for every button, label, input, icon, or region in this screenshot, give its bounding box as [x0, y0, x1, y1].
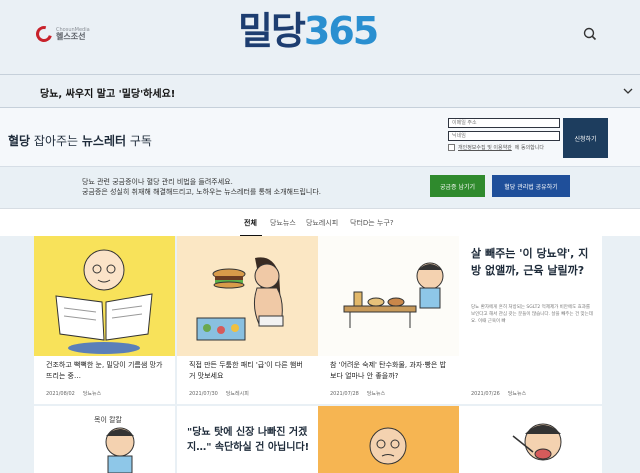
brand-name: 헬스조선: [56, 31, 86, 41]
privacy-terms-link[interactable]: 개인정보수집 및 이용약관: [458, 144, 512, 151]
article-date: 2021/07/26: [471, 391, 500, 397]
cartoon-thinking-man-image: [318, 406, 459, 473]
article-title[interactable]: 직접 만든 두툼한 패티 '급'이 다른 햄버거 맛보세요: [189, 360, 307, 382]
logo-text-365: 365: [303, 9, 379, 53]
cartoon-man-newspaper-image: [34, 236, 175, 356]
article-card[interactable]: [459, 406, 602, 473]
tab-diabetes-news[interactable]: 당뇨뉴스: [270, 218, 296, 228]
article-category: 당뇨뉴스: [366, 391, 386, 397]
newsletter-title: 혈당 잡아주는 뉴스레터 구독: [8, 134, 152, 148]
article-date: 2021/07/30: [189, 391, 218, 397]
cartoon-man-eating-image: [459, 406, 602, 473]
nickname-field[interactable]: [448, 131, 560, 141]
cartoon-woman-hamburger-image: [177, 236, 318, 356]
subscribe-button[interactable]: 신청하기: [563, 118, 608, 158]
article-card[interactable]: 건조하고 뻑뻑한 눈, 밀당이 기름샘 망가뜨리는 중… 2021/08/02 당…: [34, 236, 175, 404]
tab-diabetes-recipes[interactable]: 당뇨레시피: [306, 218, 338, 228]
share-tip-button[interactable]: 혈당 관리법 공유하기: [492, 175, 570, 197]
agree-checkbox[interactable]: [448, 144, 455, 151]
article-excerpt: 당뇨 환자에게 흔히 처방되는 SGLT2 억제제가 비만에도 효과를 보인다고…: [471, 305, 593, 325]
health-chosun-mark-icon: [33, 23, 55, 45]
slogan-text: 당뇨, 싸우지 말고 '밀당'하세요!: [40, 89, 176, 100]
milldang365-logo[interactable]: 밀당365: [238, 9, 379, 53]
slogan-banner[interactable]: 당뇨, 싸우지 말고 '밀당'하세요!: [0, 74, 640, 108]
logo-text-milldang: 밀당: [238, 9, 306, 53]
tab-all[interactable]: 전체: [244, 218, 257, 228]
article-title[interactable]: 살 빼주는 '이 당뇨약', 지방 없앨까, 근육 날릴까?: [471, 246, 596, 279]
intro-line-1: 당뇨 관련 궁금증이나 혈당 관리 비법을 들려주세요.: [82, 178, 233, 186]
article-category: 당뇨뉴스: [507, 391, 527, 397]
article-meta: 2021/07/30 당뇨레시피: [189, 390, 249, 397]
article-card[interactable]: 참 '어려운 숙제' 탄수화물, 과자·빵은 밥보다 얼마나 안 좋을까? 20…: [318, 236, 459, 404]
cartoon-boy-snacks-image: [318, 236, 459, 356]
article-category: 당뇨레시피: [225, 391, 249, 397]
article-meta: 2021/07/28 당뇨뉴스: [330, 390, 385, 397]
leave-question-button[interactable]: 궁금증 남기기: [430, 175, 485, 197]
article-title[interactable]: "당뇨 탓에 신장 나빠진 거겠지…" 속단하실 건 아닙니다!: [187, 426, 312, 455]
article-meta: 2021/08/02 당뇨뉴스: [46, 390, 101, 397]
article-card[interactable]: 직접 만든 두툼한 패티 '급'이 다른 햄버거 맛보세요 2021/07/30…: [177, 236, 318, 404]
cartoon-man-sore-throat-image: 목이 칼칼: [34, 406, 175, 473]
newsletter-form: 개인정보수집 및 이용약관 에 동의합니다: [448, 118, 560, 151]
article-date: 2021/08/02: [46, 391, 75, 397]
article-category: 당뇨뉴스: [82, 391, 102, 397]
agree-row: 개인정보수집 및 이용약관 에 동의합니다: [448, 144, 560, 151]
site-header: ChosunMedia 헬스조선 밀당365: [0, 0, 640, 74]
article-meta: 2021/07/26 당뇨뉴스: [471, 390, 526, 397]
tab-doctor-d[interactable]: 닥터D는 누구?: [350, 218, 394, 228]
article-card[interactable]: [318, 406, 459, 473]
health-chosun-logo[interactable]: ChosunMedia 헬스조선: [33, 23, 90, 45]
article-title[interactable]: 참 '어려운 숙제' 탄수화물, 과자·빵은 밥보다 얼마나 안 좋을까?: [330, 360, 448, 382]
category-tabs: 전체 당뇨뉴스 당뇨레시피 닥터D는 누구?: [0, 208, 640, 237]
article-date: 2021/07/28: [330, 391, 359, 397]
agree-suffix: 에 동의합니다: [514, 145, 544, 151]
email-field[interactable]: [448, 118, 560, 128]
article-card[interactable]: 목이 칼칼: [34, 406, 175, 473]
article-card[interactable]: "당뇨 탓에 신장 나빠진 거겠지…" 속단하실 건 아닙니다!: [177, 406, 318, 473]
intro-line-2: 궁금증은 성실히 취재해 해결해드리고, 노하우는 뉴스레터를 통해 소개해드립…: [82, 188, 321, 197]
newsletter-section: 혈당 잡아주는 뉴스레터 구독 개인정보수집 및 이용약관 에 동의합니다 신청…: [0, 108, 640, 166]
cartoon-speech-text: 목이 칼칼: [94, 415, 123, 424]
search-icon[interactable]: [582, 26, 598, 42]
article-title[interactable]: 건조하고 뻑뻑한 눈, 밀당이 기름샘 망가뜨리는 중…: [46, 360, 164, 382]
article-card[interactable]: 살 빼주는 '이 당뇨약', 지방 없앨까, 근육 날릴까? 당뇨 환자에게 흔…: [459, 236, 602, 404]
chevron-down-icon[interactable]: [622, 85, 634, 97]
